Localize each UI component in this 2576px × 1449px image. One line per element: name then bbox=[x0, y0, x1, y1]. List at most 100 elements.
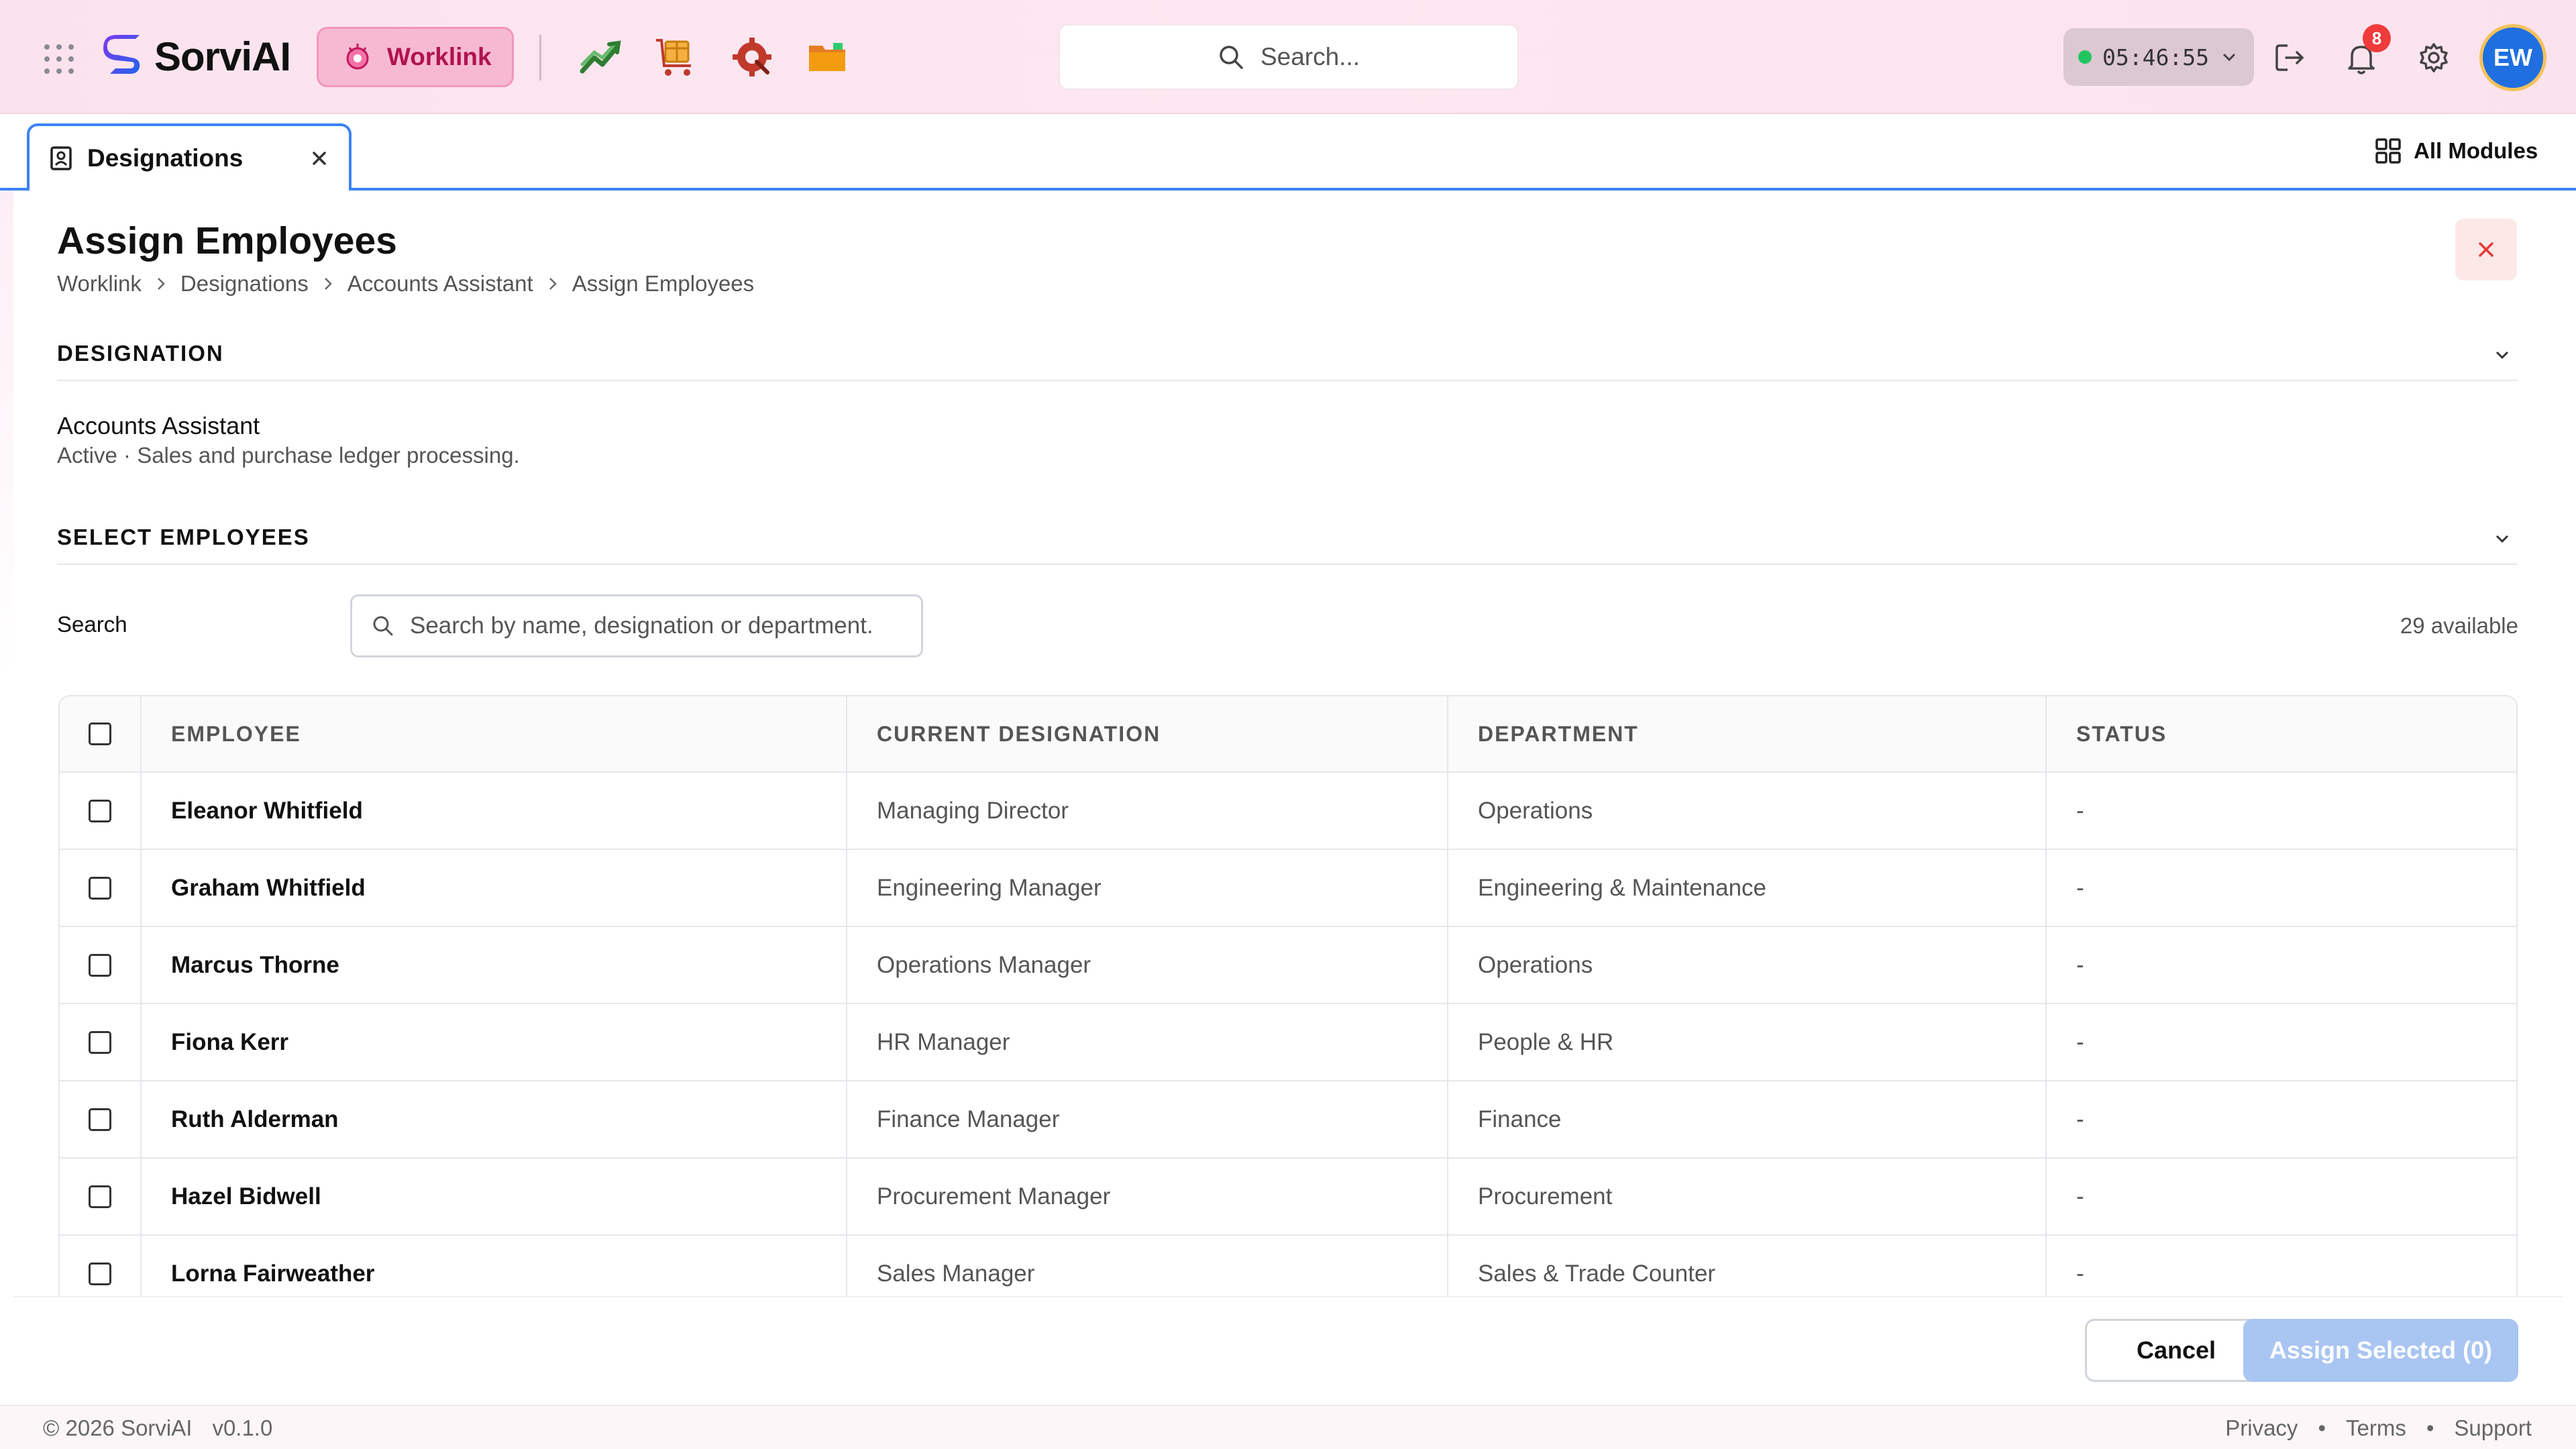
inventory-icon[interactable] bbox=[653, 35, 698, 79]
chevron-right-icon bbox=[158, 278, 165, 290]
row-checkbox[interactable] bbox=[89, 1262, 111, 1285]
section-heading: SELECT EMPLOYEES bbox=[57, 525, 310, 549]
footer-link-support[interactable]: Support bbox=[2454, 1415, 2532, 1441]
table-row[interactable]: Hazel Bidwell Procurement Manager Procurem… bbox=[60, 1159, 2516, 1236]
tab-designations[interactable]: Designations bbox=[27, 123, 352, 191]
section-heading: DESIGNATION bbox=[57, 341, 224, 366]
toolbar-divider bbox=[539, 35, 541, 80]
row-checkbox[interactable] bbox=[89, 1030, 111, 1054]
employees-section-header[interactable]: SELECT EMPLOYEES bbox=[57, 518, 2518, 565]
status: - bbox=[2076, 951, 2084, 978]
service-icon[interactable] bbox=[730, 35, 774, 79]
logout-icon[interactable] bbox=[2271, 39, 2309, 76]
employee-name: Graham Whitfield bbox=[142, 850, 847, 926]
designation-name: Accounts Assistant bbox=[57, 412, 260, 439]
chevron-down-icon bbox=[2222, 53, 2236, 62]
app-launcher-icon[interactable] bbox=[44, 44, 74, 74]
breadcrumb-item[interactable]: Worklink bbox=[57, 271, 142, 297]
copyright-text: © 2026 SorviAI bbox=[43, 1415, 193, 1440]
employee-name: Marcus Thorne bbox=[142, 927, 847, 1003]
gear-icon[interactable] bbox=[2415, 39, 2453, 76]
table-row[interactable]: Marcus Thorne Operations Manager Operation… bbox=[60, 927, 2516, 1004]
employees-table: EMPLOYEE CURRENT DESIGNATION DEPARTMENT … bbox=[58, 695, 2518, 1297]
table-row[interactable]: Eleanor Whitfield Managing Director Operat… bbox=[60, 773, 2516, 850]
column-header-designation[interactable]: CURRENT DESIGNATION bbox=[847, 696, 1448, 771]
footer-link-terms[interactable]: Terms bbox=[2346, 1415, 2406, 1441]
column-header-department[interactable]: DEPARTMENT bbox=[1448, 696, 2047, 771]
table-row[interactable]: Fiona Kerr HR Manager People & HR - bbox=[60, 1004, 2516, 1081]
tab-strip bbox=[0, 114, 2576, 191]
designation-section-header[interactable]: DESIGNATION bbox=[57, 334, 2518, 381]
assign-selected-button[interactable]: Assign Selected (0) bbox=[2243, 1319, 2518, 1382]
all-modules-button[interactable]: All Modules bbox=[2375, 134, 2538, 168]
select-all-checkbox[interactable] bbox=[89, 722, 111, 745]
close-icon bbox=[2479, 242, 2493, 257]
session-time: 05:46:55 bbox=[2102, 44, 2209, 70]
worklink-icon bbox=[346, 44, 369, 70]
employee-name: Ruth Alderman bbox=[142, 1081, 847, 1157]
folder-icon[interactable] bbox=[805, 35, 849, 79]
analytics-icon[interactable] bbox=[578, 35, 623, 79]
department: Sales & Trade Counter bbox=[1448, 1236, 2047, 1296]
grid-icon bbox=[2375, 138, 2401, 164]
breadcrumb-item[interactable]: Accounts Assistant bbox=[347, 271, 533, 297]
current-designation: Operations Manager bbox=[847, 927, 1448, 1003]
row-select-cell bbox=[60, 927, 142, 1003]
department: Procurement bbox=[1448, 1159, 2047, 1234]
table-row[interactable]: Ruth Alderman Finance Manager Finance - bbox=[60, 1081, 2516, 1159]
row-select-cell bbox=[60, 1236, 142, 1296]
employee-name: Lorna Fairweather bbox=[142, 1236, 847, 1296]
row-checkbox[interactable] bbox=[89, 1185, 111, 1208]
employee-name: Hazel Bidwell bbox=[142, 1159, 847, 1234]
status: - bbox=[2076, 1183, 2084, 1210]
worklink-app-button[interactable]: Worklink bbox=[317, 27, 514, 87]
brand-logo-icon bbox=[103, 35, 140, 74]
department: Operations bbox=[1448, 927, 2047, 1003]
table-row[interactable]: Graham Whitfield Engineering Manager Engin… bbox=[60, 850, 2516, 927]
current-designation: Sales Manager bbox=[847, 1236, 1448, 1296]
column-header-employee[interactable]: EMPLOYEE bbox=[142, 696, 847, 771]
row-select-cell bbox=[60, 1004, 142, 1080]
designation-description: Active · Sales and purchase ledger proce… bbox=[57, 443, 520, 468]
select-all-cell bbox=[60, 696, 142, 771]
department: People & HR bbox=[1448, 1004, 2047, 1080]
session-clock[interactable]: 05:46:55 bbox=[2063, 28, 2254, 86]
row-select-cell bbox=[60, 773, 142, 849]
status: - bbox=[2076, 1260, 2084, 1287]
column-header-status[interactable]: STATUS bbox=[2047, 696, 2516, 771]
close-page-button[interactable] bbox=[2455, 219, 2517, 280]
status: - bbox=[2076, 797, 2084, 824]
chevron-right-icon bbox=[324, 278, 332, 290]
online-status-dot bbox=[2078, 50, 2092, 64]
department: Operations bbox=[1448, 773, 2047, 849]
row-select-cell bbox=[60, 1081, 142, 1157]
row-checkbox[interactable] bbox=[89, 799, 111, 822]
version-text: v0.1.0 bbox=[212, 1415, 273, 1440]
employee-search-label: Search bbox=[57, 612, 127, 637]
employee-name: Eleanor Whitfield bbox=[142, 773, 847, 849]
tab-close-icon[interactable] bbox=[307, 146, 331, 170]
status: - bbox=[2076, 874, 2084, 901]
row-checkbox[interactable] bbox=[89, 1108, 111, 1131]
chevron-down-icon bbox=[2496, 535, 2509, 543]
department: Finance bbox=[1448, 1081, 2047, 1157]
footer-separator: • bbox=[2426, 1415, 2434, 1440]
current-designation: HR Manager bbox=[847, 1004, 1448, 1080]
breadcrumb-item[interactable]: Designations bbox=[180, 271, 309, 297]
cancel-button[interactable]: Cancel bbox=[2085, 1319, 2267, 1382]
row-select-cell bbox=[60, 850, 142, 926]
employee-name: Fiona Kerr bbox=[142, 1004, 847, 1080]
available-count: 29 available bbox=[2400, 613, 2518, 638]
employee-search-placeholder: Search by name, designation or departmen… bbox=[410, 612, 873, 639]
chevron-right-icon bbox=[549, 278, 557, 290]
employee-search-input[interactable]: Search by name, designation or departmen… bbox=[350, 594, 923, 657]
breadcrumb-current: Assign Employees bbox=[572, 271, 755, 296]
global-search[interactable]: Search... bbox=[1059, 24, 1519, 90]
top-bar: SorviAI Worklink Search... 05:46:55 8 EW bbox=[0, 0, 2576, 114]
table-row[interactable]: Lorna Fairweather Sales Manager Sales & Tr… bbox=[60, 1236, 2516, 1296]
row-checkbox[interactable] bbox=[89, 876, 111, 900]
table-header-row: EMPLOYEE CURRENT DESIGNATION DEPARTMENT … bbox=[60, 696, 2516, 773]
row-checkbox[interactable] bbox=[89, 953, 111, 977]
footer-link-privacy[interactable]: Privacy bbox=[2225, 1415, 2298, 1441]
user-avatar[interactable]: EW bbox=[2479, 24, 2546, 91]
